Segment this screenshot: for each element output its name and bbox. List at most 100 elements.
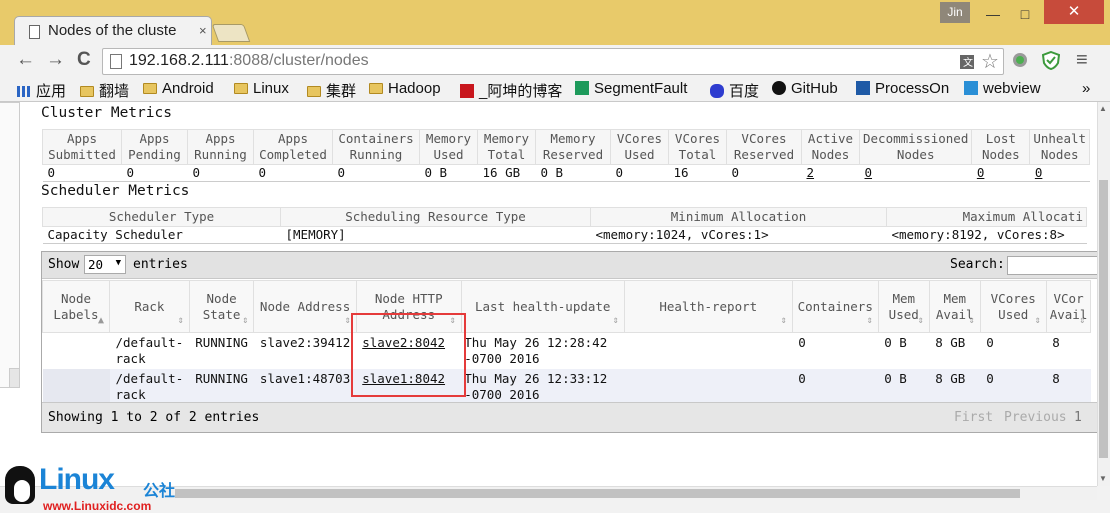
cluster-metric-value: 0: [253, 164, 333, 182]
cluster-metric-value: 0: [332, 164, 420, 182]
cluster-metric-link[interactable]: 0: [977, 165, 985, 180]
menu-button[interactable]: ≡: [1076, 49, 1088, 71]
nodes-column-header[interactable]: Mem Avail ⇕: [928, 280, 981, 333]
vertical-scroll-thumb[interactable]: [1099, 180, 1108, 458]
nodes-column-header[interactable]: Rack ⇕: [109, 280, 190, 333]
mem-used-cell: 0 B: [878, 369, 930, 405]
folder-icon: [234, 83, 248, 94]
tab-close-icon[interactable]: ×: [199, 23, 207, 38]
bookmark-folder[interactable]: 翻墙: [80, 80, 129, 101]
search-input[interactable]: [1007, 256, 1097, 275]
nodes-column-header[interactable]: Mem Used ⇕: [877, 280, 930, 333]
bookmark-segmentfault[interactable]: SegmentFault: [575, 80, 687, 97]
sort-icon: ⇕: [1034, 315, 1041, 326]
cluster-metric-value[interactable]: 0: [859, 164, 972, 182]
cluster-metric-value[interactable]: 2: [801, 164, 860, 182]
cluster-metric-header-line: Completed: [259, 147, 327, 162]
watermark-site: www.Linuxidc.com: [43, 499, 152, 513]
translate-icon[interactable]: 文: [959, 54, 975, 70]
cluster-metric-link[interactable]: 0: [1035, 165, 1043, 180]
bookmark-webview[interactable]: webview: [964, 80, 1041, 97]
back-button[interactable]: ←: [16, 49, 35, 71]
extension-icon[interactable]: [1012, 52, 1028, 68]
sidebar-collapse-handle[interactable]: [9, 368, 20, 388]
cluster-metric-header: Apps Completed: [253, 129, 333, 165]
max-allocation-header: Maximum Allocati: [886, 207, 1087, 227]
cluster-metric-value[interactable]: 0: [971, 164, 1030, 182]
bookmark-folder[interactable]: Hadoop: [369, 80, 441, 97]
bookmark-folder[interactable]: 集群: [307, 80, 356, 101]
nodes-column-header[interactable]: VCor Avail ⇕: [1045, 280, 1092, 333]
vcores-avail-cell: 8: [1046, 369, 1091, 405]
cluster-metric-header: Apps Pending: [121, 129, 188, 165]
bookmark-apps[interactable]: 应用: [17, 80, 66, 101]
cluster-metric-value[interactable]: 0: [1029, 164, 1090, 182]
profile-button[interactable]: Jin: [940, 2, 970, 23]
folder-icon: [80, 86, 94, 97]
maximize-button[interactable]: □: [1010, 4, 1040, 24]
bookmarks-overflow-button[interactable]: »: [1082, 80, 1090, 97]
bookmark-github[interactable]: GitHub: [772, 80, 838, 97]
cluster-metric-link[interactable]: 0: [865, 165, 873, 180]
nodes-column-header[interactable]: Node Labels ▲: [42, 280, 110, 333]
cluster-metric-header: VCores Used: [610, 129, 669, 165]
nodes-column-header[interactable]: Last health-update ⇕: [460, 280, 625, 333]
window-close-button[interactable]: ✕: [1044, 0, 1104, 24]
cluster-metric-header-line: Memory: [550, 131, 596, 146]
shield-icon[interactable]: [1042, 51, 1060, 70]
nodes-column-header[interactable]: VCores Used ⇕: [979, 280, 1047, 333]
cluster-metric-value: 0 B: [419, 164, 478, 182]
nodes-column-header-line: Node Address: [259, 298, 351, 314]
minimize-button[interactable]: —: [978, 4, 1008, 24]
page-icon: [29, 25, 40, 39]
new-tab-button[interactable]: [211, 24, 251, 42]
webview-icon: [964, 81, 978, 95]
sort-icon: ⇕: [917, 315, 924, 326]
nodes-column-header[interactable]: Health-report ⇕: [623, 280, 793, 333]
nodes-column-header[interactable]: Node State ⇕: [188, 280, 255, 333]
cluster-metric-header-line: VCores: [674, 131, 721, 146]
horizontal-scroll-thumb[interactable]: [175, 489, 1020, 498]
sort-icon: ⇕: [177, 315, 184, 326]
last-health-update-cell-line: -0700 2016: [464, 387, 540, 402]
forward-button[interactable]: →: [46, 49, 65, 71]
rack-cell: /default-rack: [109, 369, 190, 405]
cluster-metric-header-line: Reserved: [733, 147, 795, 162]
bookmark-csdn[interactable]: _阿坤的博客: [460, 80, 562, 101]
address-bar[interactable]: 192.168.2.111:8088/cluster/nodes 文 ☆: [102, 48, 1004, 75]
cluster-metric-header-line: Submitted: [48, 147, 116, 162]
tab-nodes-of-cluster[interactable]: Nodes of the cluste ×: [14, 16, 212, 46]
bookmark-folder[interactable]: Linux: [234, 80, 289, 97]
last-health-update-cell: Thu May 26 12:28:42 -0700 2016: [461, 332, 625, 369]
bookmark-processon[interactable]: ProcessOn: [856, 80, 949, 97]
cluster-metric-header-line: Lost: [985, 131, 1016, 146]
folder-icon: [369, 83, 383, 94]
page-info-icon[interactable]: [110, 54, 122, 69]
nodes-column-header-line: Node: [206, 290, 237, 306]
page-size-select[interactable]: 20 ▼: [84, 255, 126, 274]
pager-first-button[interactable]: First: [954, 410, 993, 425]
cluster-metric-header-line: Nodes: [1040, 147, 1079, 162]
scroll-down-arrow-icon[interactable]: ▼: [1099, 474, 1107, 483]
bookmark-star-icon[interactable]: ☆: [981, 49, 999, 74]
cluster-metric-link[interactable]: 2: [807, 165, 815, 180]
bookmark-baidu[interactable]: 百度: [710, 80, 759, 101]
pager-previous-button[interactable]: Previous: [1004, 410, 1067, 425]
rack-cell-line: /default-: [115, 371, 184, 386]
last-health-update-cell-line: Thu May 26 12:28:42: [464, 335, 608, 350]
cluster-metric-header-line: Apps: [205, 131, 236, 146]
reload-button[interactable]: C: [77, 49, 91, 71]
cluster-metric-header-line: VCores: [616, 131, 663, 146]
bookmark-folder[interactable]: Android: [143, 80, 214, 97]
sort-icon: ⇕: [344, 315, 351, 326]
vcores-avail-cell: 8: [1046, 332, 1091, 369]
cluster-metrics-table: Apps Submitted Apps Pending Apps Running Apps C…: [42, 129, 1091, 182]
scroll-up-arrow-icon[interactable]: ▲: [1099, 104, 1107, 113]
pager-page-button[interactable]: 1: [1074, 410, 1082, 425]
rack-cell-line: rack: [115, 351, 146, 366]
nodes-column-header[interactable]: Containers ⇕: [791, 280, 879, 333]
nodes-column-header-text: Rack: [113, 299, 186, 315]
cluster-metric-header-line: Used: [433, 147, 464, 162]
nodes-column-header[interactable]: Node Address ⇕: [253, 280, 357, 333]
github-icon: [772, 81, 786, 95]
